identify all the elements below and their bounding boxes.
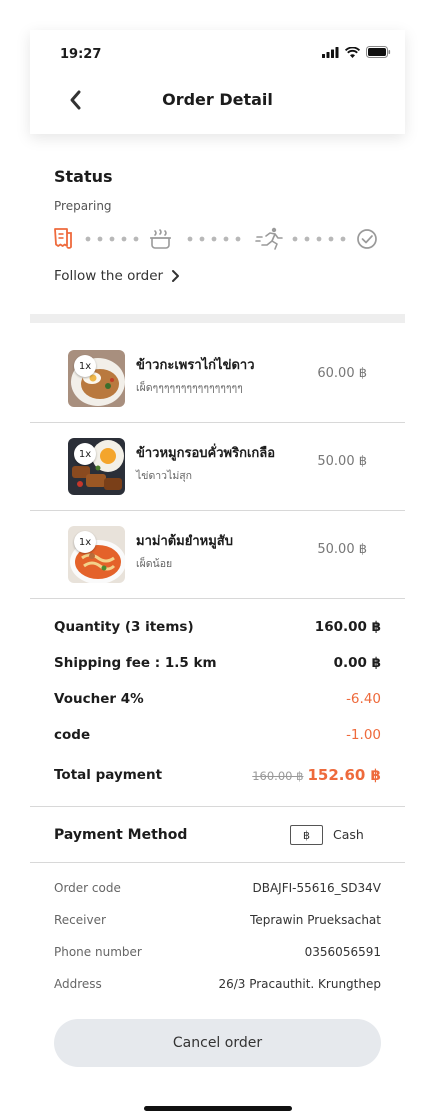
- quantity-badge: 1x: [74, 443, 96, 465]
- home-indicator: [144, 1106, 292, 1111]
- item-note: เผ็ดน้อย: [136, 558, 173, 570]
- info-value: 0356056591: [304, 945, 381, 959]
- total-value: 152.60 ฿: [307, 766, 381, 784]
- order-progress-tracker: [54, 227, 377, 250]
- item-note: เผ็ดๆๆๆๆๆๆๆๆๆๆๆๆๆๆๆๆ: [136, 382, 243, 394]
- receipt-icon: [54, 228, 72, 249]
- progress-dots-2: [187, 236, 241, 242]
- info-label: Phone number: [54, 945, 142, 959]
- info-value: Teprawin Prueksachat: [250, 913, 381, 927]
- page-title: Order Detail: [162, 90, 273, 109]
- quantity-badge: 1x: [74, 355, 96, 377]
- info-value: 26/3 Pracauthit. Krungthep: [218, 977, 381, 991]
- total-amount: 160.00 ฿ 152.60 ฿: [252, 766, 381, 784]
- item-name: ข้าวกะเพราไก่ไข่ดาว: [136, 358, 255, 373]
- cooking-pot-icon: [150, 229, 171, 249]
- info-label: Order code: [54, 881, 121, 895]
- order-detail-screen: 19:27 Order Detail Status Preparing Foll…: [30, 30, 405, 1119]
- status-heading: Status: [54, 167, 113, 186]
- divider: [30, 862, 405, 863]
- item-name: ข้าวหมูกรอบคั่วพริกเกลือ: [136, 446, 276, 461]
- voucher-label: Voucher 4%: [54, 691, 144, 707]
- total-row: Total payment 160.00 ฿ 152.60 ฿: [54, 766, 381, 784]
- item-price: 50.00 ฿: [317, 454, 367, 469]
- info-label: Receiver: [54, 913, 106, 927]
- voucher-row: Voucher 4% -6.40: [54, 691, 381, 707]
- status-value: Preparing: [54, 199, 112, 213]
- order-code-row: Order code DBAJFI-55616_SD34V: [54, 881, 381, 895]
- quantity-row: Quantity (3 items) 160.00 ฿: [54, 619, 381, 635]
- info-label: Address: [54, 977, 102, 991]
- code-label: code: [54, 727, 91, 743]
- runner-icon: [255, 227, 283, 250]
- quantity-label: Quantity (3 items): [54, 619, 194, 635]
- quantity-value: 160.00 ฿: [314, 619, 381, 635]
- item-name: มาม่าต้มยำหมูสับ: [136, 534, 233, 549]
- check-circle-icon: [357, 229, 377, 249]
- chevron-right-icon: [172, 270, 180, 282]
- battery-icon: [366, 46, 391, 58]
- code-row: code -1.00: [54, 727, 381, 743]
- phone-row: Phone number 0356056591: [54, 945, 381, 959]
- shipping-value: 0.00 ฿: [333, 655, 381, 671]
- quantity-badge: 1x: [74, 531, 96, 553]
- signal-icon: [322, 46, 339, 58]
- original-total: 160.00 ฿: [252, 769, 304, 783]
- item-note: ไข่ดาวไม่สุก: [136, 470, 193, 482]
- section-separator: [30, 314, 405, 323]
- cancel-order-button[interactable]: Cancel order: [54, 1019, 381, 1067]
- cash-icon: ฿: [290, 825, 323, 845]
- follow-order-link[interactable]: Follow the order: [54, 268, 180, 284]
- order-item: 1x ข้าวหมูกรอบคั่วพริกเกลือ ไข่ดาวไม่สุก…: [30, 423, 405, 511]
- address-row: Address 26/3 Pracauthit. Krungthep: [54, 977, 381, 991]
- follow-order-label: Follow the order: [54, 268, 164, 284]
- order-item: 1x ข้าวกะเพราไก่ไข่ดาว เผ็ดๆๆๆๆๆๆๆๆๆๆๆๆๆ…: [30, 335, 405, 423]
- receiver-row: Receiver Teprawin Prueksachat: [54, 913, 381, 927]
- info-value: DBAJFI-55616_SD34V: [252, 881, 381, 895]
- shipping-label: Shipping fee : 1.5 km: [54, 655, 217, 671]
- wifi-icon: [345, 46, 360, 58]
- system-icons: [322, 46, 391, 58]
- progress-dots-1: [85, 236, 139, 242]
- header: 19:27 Order Detail: [30, 30, 405, 134]
- divider: [30, 806, 405, 807]
- payment-method-label: Payment Method: [54, 827, 188, 843]
- order-item: 1x มาม่าต้มยำหมูสับ เผ็ดน้อย 50.00 ฿: [30, 511, 405, 599]
- item-price: 50.00 ฿: [317, 542, 367, 557]
- voucher-value: -6.40: [346, 691, 381, 707]
- status-time: 19:27: [60, 47, 102, 62]
- item-price: 60.00 ฿: [317, 366, 367, 381]
- total-label: Total payment: [54, 767, 163, 783]
- code-value: -1.00: [346, 727, 381, 743]
- progress-dots-3: [292, 236, 346, 242]
- shipping-row: Shipping fee : 1.5 km 0.00 ฿: [54, 655, 381, 671]
- payment-method-value: Cash: [333, 827, 364, 842]
